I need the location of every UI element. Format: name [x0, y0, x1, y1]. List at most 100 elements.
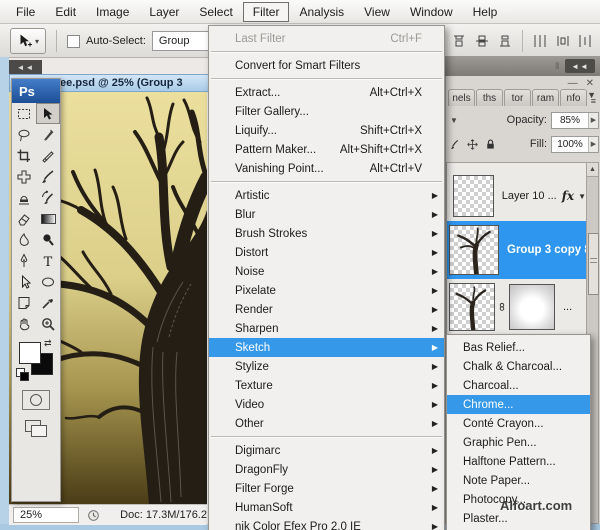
filter-menu-item-noise[interactable]: Noise▶ — [209, 262, 444, 281]
foreground-color-swatch[interactable] — [19, 342, 41, 364]
filter-menu-item-blur[interactable]: Blur▶ — [209, 205, 444, 224]
filter-menu-item-pattern-maker[interactable]: Pattern Maker...Alt+Shift+Ctrl+X — [209, 140, 444, 159]
align-top-edges-button[interactable] — [449, 31, 469, 51]
sketch-menu-item-graphic-pen[interactable]: Graphic Pen... — [447, 433, 590, 452]
hand-tool[interactable] — [12, 313, 36, 334]
filter-menu-item-other[interactable]: Other▶ — [209, 414, 444, 433]
pen-tool[interactable] — [12, 250, 36, 271]
filter-menu-item-brush-strokes[interactable]: Brush Strokes▶ — [209, 224, 444, 243]
smudge-tool[interactable] — [12, 229, 36, 250]
filter-menu-item-dragonfly[interactable]: DragonFly▶ — [209, 460, 444, 479]
fill-slider-arrow-icon[interactable]: ▶ — [588, 137, 598, 152]
panel-tab-nfo[interactable]: nfo — [560, 89, 587, 106]
sketch-menu-item-note-paper[interactable]: Note Paper... — [447, 471, 590, 490]
filter-menu-item-artistic[interactable]: Artistic▶ — [209, 186, 444, 205]
filter-menu-item-pixelate[interactable]: Pixelate▶ — [209, 281, 444, 300]
dodge-tool[interactable] — [36, 229, 60, 250]
filter-menu-item-video[interactable]: Video▶ — [209, 395, 444, 414]
filter-menu-item-humansoft[interactable]: HumanSoft▶ — [209, 498, 444, 517]
sketch-menu-item-charcoal[interactable]: Charcoal... — [447, 376, 590, 395]
filter-menu-item-texture[interactable]: Texture▶ — [209, 376, 444, 395]
opacity-input[interactable]: 85% ▶ — [551, 112, 599, 129]
zoom-tool[interactable] — [36, 313, 60, 334]
quick-select-tool[interactable] — [36, 124, 60, 145]
filter-menu-item-extract[interactable]: Extract...Alt+Ctrl+X — [209, 83, 444, 102]
scrollbar-thumb[interactable] — [588, 233, 599, 295]
quick-mask-button[interactable] — [22, 390, 50, 410]
filter-menu-item-filter-gallery[interactable]: Filter Gallery... — [209, 102, 444, 121]
slice-tool[interactable] — [36, 145, 60, 166]
menubar-item-window[interactable]: Window — [400, 2, 463, 22]
menubar-item-edit[interactable]: Edit — [45, 2, 86, 22]
filter-menu-item-sharpen[interactable]: Sharpen▶ — [209, 319, 444, 338]
distribute-right-edges-button[interactable] — [576, 31, 596, 51]
opacity-slider-arrow-icon[interactable]: ▶ — [588, 113, 598, 128]
align-vertical-centers-button[interactable] — [472, 31, 492, 51]
filter-menu-item-vanishing-point[interactable]: Vanishing Point...Alt+Ctrl+V — [209, 159, 444, 178]
filter-menu-item-nik-color-efex-pro-2-0-ie[interactable]: nik Color Efex Pro 2.0 IE▶ — [209, 517, 444, 530]
shape-tool[interactable] — [36, 271, 60, 292]
layer-mask-thumbnail[interactable] — [509, 284, 555, 330]
masked-layer-thumbnail[interactable] — [449, 283, 495, 331]
crop-tool[interactable] — [12, 145, 36, 166]
menubar-item-view[interactable]: View — [354, 2, 400, 22]
blend-mode-caret-icon[interactable]: ▼ — [450, 116, 458, 125]
sketch-menu-item-cont-crayon[interactable]: Conté Crayon... — [447, 414, 590, 433]
menubar-item-analysis[interactable]: Analysis — [289, 2, 354, 22]
filter-menu-item-distort[interactable]: Distort▶ — [209, 243, 444, 262]
eyedropper-tool[interactable] — [36, 292, 60, 313]
distribute-left-edges-button[interactable] — [530, 31, 550, 51]
scroll-up-icon[interactable]: ▲ — [587, 163, 598, 177]
layer-effects-caret-icon[interactable]: ▼ — [578, 192, 586, 201]
collapse-chevrons-icon[interactable]: ◄◄ — [9, 60, 42, 74]
screen-mode-button[interactable] — [23, 418, 49, 438]
type-tool[interactable]: T — [36, 250, 60, 271]
healing-brush-tool[interactable] — [12, 166, 36, 187]
zoom-level-input[interactable]: 25% — [13, 507, 79, 523]
move-tool-preset-button[interactable]: ▾ — [10, 28, 46, 54]
layer-row-masked[interactable]: ... — [447, 279, 586, 335]
panel-tab-ths[interactable]: ths — [476, 89, 503, 106]
filter-menu-item-sketch[interactable]: Sketch▶ — [209, 338, 444, 357]
sketch-menu-item-bas-relief[interactable]: Bas Relief... — [447, 338, 590, 357]
mask-link-icon[interactable] — [497, 300, 507, 314]
menubar-item-layer[interactable]: Layer — [139, 2, 189, 22]
menubar-item-image[interactable]: Image — [86, 2, 139, 22]
filter-menu-item-digimarc[interactable]: Digimarc▶ — [209, 441, 444, 460]
move-tool[interactable] — [36, 103, 60, 124]
layer10-thumbnail[interactable] — [453, 175, 494, 217]
panel-menu-icon[interactable]: ▼≡ — [587, 92, 596, 104]
sketch-menu-item-halftone-pattern[interactable]: Halftone Pattern... — [447, 452, 590, 471]
dock-collapse-button[interactable]: ◄◄ — [565, 59, 595, 73]
menubar-item-filter[interactable]: Filter — [243, 2, 290, 22]
sketch-menu-item-chalk-charcoal[interactable]: Chalk & Charcoal... — [447, 357, 590, 376]
filter-menu-item-last-filter[interactable]: Last FilterCtrl+F — [209, 29, 444, 48]
filter-menu-item-render[interactable]: Render▶ — [209, 300, 444, 319]
menubar-item-file[interactable]: File — [6, 2, 45, 22]
history-brush-tool[interactable] — [36, 187, 60, 208]
lock-position-icon[interactable] — [466, 138, 479, 151]
fill-input[interactable]: 100% ▶ — [551, 136, 599, 153]
distribute-horizontal-centers-button[interactable] — [553, 31, 573, 51]
lock-all-icon[interactable] — [484, 138, 497, 151]
filter-menu-item-stylize[interactable]: Stylize▶ — [209, 357, 444, 376]
panel-close-icon[interactable]: ✕ — [586, 78, 594, 89]
auto-select-checkbox[interactable] — [67, 35, 80, 48]
sketch-menu-item-chrome[interactable]: Chrome... — [447, 395, 590, 414]
swap-colors-icon[interactable]: ⇄ — [44, 338, 52, 349]
brush-tool[interactable] — [36, 166, 60, 187]
notes-tool[interactable] — [12, 292, 36, 313]
path-select-tool[interactable] — [12, 271, 36, 292]
layer-row-layer10[interactable]: Layer 10 ... fx ▼ — [447, 171, 586, 221]
group3-copy8-thumbnail[interactable] — [449, 225, 499, 275]
filter-menu-item-convert-for-smart-filters[interactable]: Convert for Smart Filters — [209, 56, 444, 75]
lock-paint-icon[interactable] — [448, 138, 461, 151]
clone-stamp-tool[interactable] — [12, 187, 36, 208]
layer-effects-fx-icon[interactable]: fx — [562, 189, 574, 203]
panel-tab-ram[interactable]: ram — [532, 89, 559, 106]
panel-tab-tor[interactable]: tor — [504, 89, 531, 106]
lasso-tool[interactable] — [12, 124, 36, 145]
filter-menu-item-liquify[interactable]: Liquify...Shift+Ctrl+X — [209, 121, 444, 140]
gradient-tool[interactable] — [36, 208, 60, 229]
rectangular-marquee-tool[interactable] — [12, 103, 36, 124]
